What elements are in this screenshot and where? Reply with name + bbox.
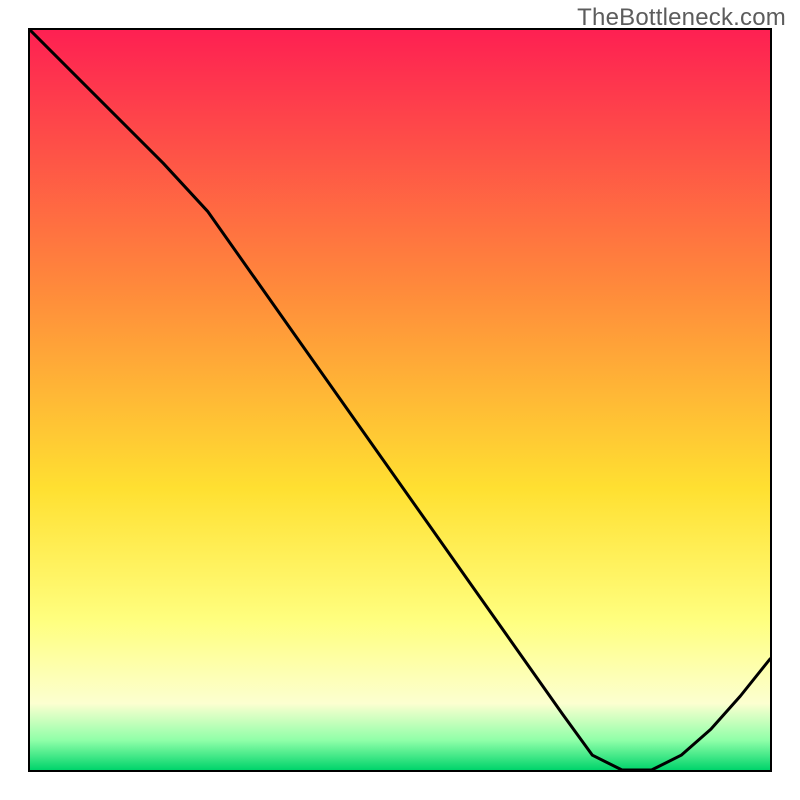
chart-svg <box>30 30 770 770</box>
chart-plot-area <box>28 28 772 772</box>
chart-container: TheBottleneck.com <box>0 0 800 800</box>
